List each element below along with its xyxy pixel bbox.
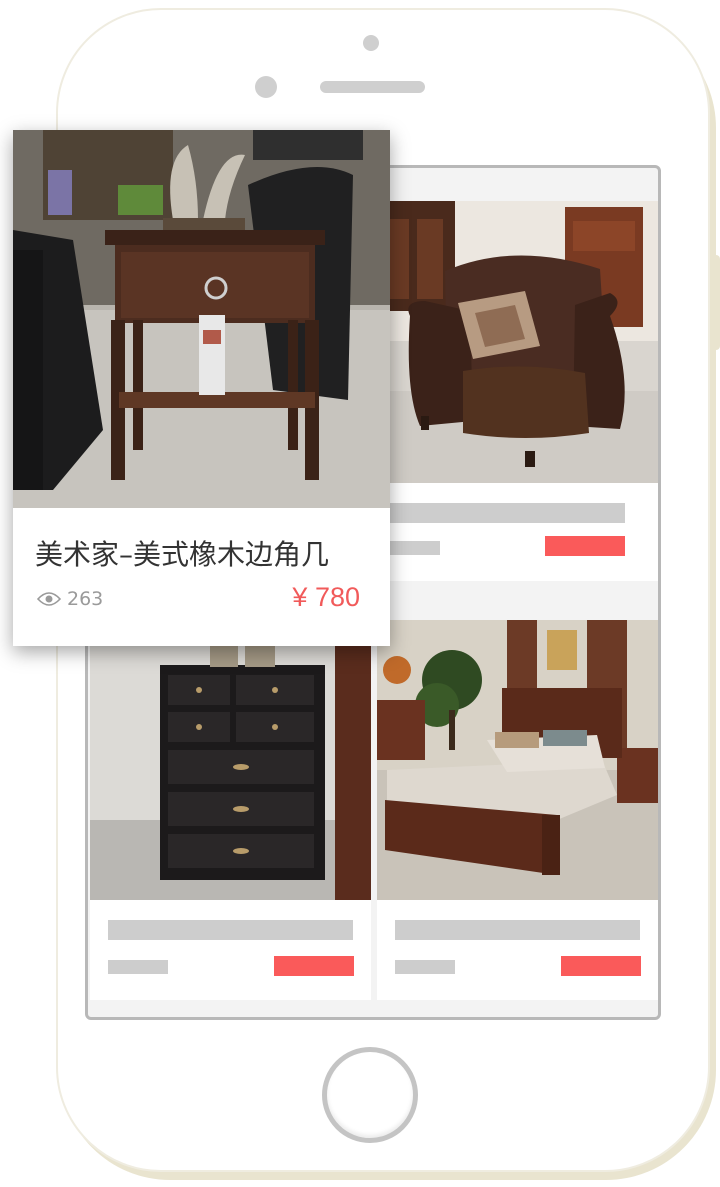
placeholder-price-bar	[274, 956, 354, 976]
view-count: 263	[37, 588, 103, 610]
product-card-bed[interactable]	[377, 620, 658, 1000]
product-card-armchair[interactable]	[375, 201, 658, 581]
placeholder-title-bar	[395, 920, 640, 940]
placeholder-meta-bar	[108, 960, 168, 974]
eye-icon	[37, 591, 61, 607]
dresser-image	[90, 620, 371, 900]
side-table-image	[13, 130, 390, 508]
view-count-value: 263	[67, 588, 104, 610]
camera-icon	[363, 35, 379, 51]
product-card-dresser[interactable]	[90, 620, 371, 1000]
phone-side-button	[712, 255, 720, 350]
speaker-grille	[320, 81, 425, 93]
placeholder-price-bar	[545, 536, 625, 556]
home-button[interactable]	[322, 1047, 418, 1143]
placeholder-price-bar	[561, 956, 641, 976]
front-camera-icon	[255, 76, 277, 98]
placeholder-meta-bar	[395, 960, 455, 974]
armchair-image	[375, 201, 658, 483]
placeholder-title-bar	[380, 503, 625, 523]
product-price: ¥ 780	[292, 582, 360, 612]
placeholder-title-bar	[108, 920, 353, 940]
product-title: 美术家–美式橡木边角几	[35, 538, 330, 571]
bed-image	[377, 620, 658, 900]
featured-product-card[interactable]: 美术家–美式橡木边角几 263 ¥ 780	[13, 130, 390, 646]
